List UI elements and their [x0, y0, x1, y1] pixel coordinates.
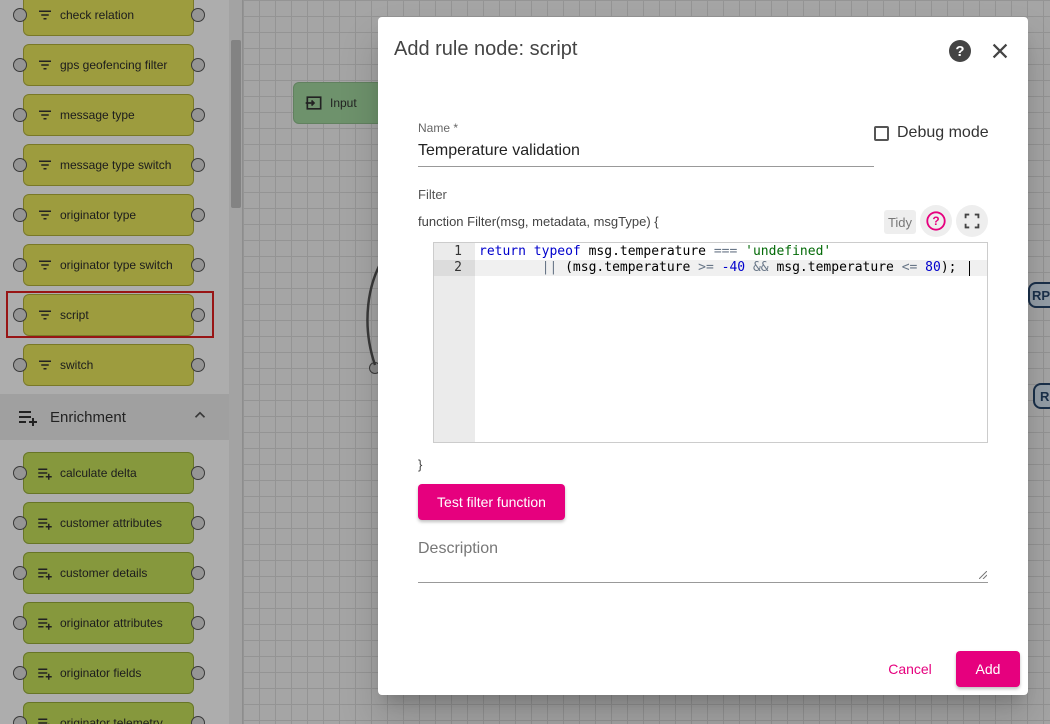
cancel-button[interactable]: Cancel: [878, 652, 942, 686]
svg-text:?: ?: [955, 43, 964, 60]
script-code-editor[interactable]: 1 2 return typeof msg.temperature === 'u…: [433, 242, 988, 443]
debug-mode-toggle[interactable]: Debug mode: [874, 124, 989, 142]
dialog-title: Add rule node: script: [394, 38, 578, 60]
tidy-button[interactable]: Tidy: [884, 210, 916, 234]
text-cursor: [969, 261, 970, 276]
resize-handle-icon[interactable]: [979, 571, 987, 579]
description-textarea[interactable]: Description: [418, 537, 988, 583]
fullscreen-button[interactable]: [956, 205, 988, 237]
fullscreen-icon: [964, 213, 980, 229]
add-button[interactable]: Add: [956, 651, 1020, 687]
line-number: 1: [454, 244, 462, 259]
filter-section-label: Filter: [418, 187, 447, 202]
description-placeholder: Description: [418, 540, 499, 557]
close-icon[interactable]: [989, 40, 1011, 62]
function-closing-brace: }: [418, 457, 423, 472]
name-input[interactable]: Temperature validation: [418, 141, 874, 167]
code-line[interactable]: return typeof msg.temperature === 'undef…: [479, 244, 831, 260]
script-help-button[interactable]: ?: [920, 205, 952, 237]
debug-mode-label: Debug mode: [897, 124, 989, 141]
add-rule-node-dialog: Add rule node: script ? Name * Temperatu…: [378, 17, 1028, 695]
name-field-label: Name *: [418, 121, 459, 135]
code-line[interactable]: || (msg.temperature >= -40 && msg.temper…: [479, 260, 957, 276]
test-filter-function-button[interactable]: Test filter function: [418, 484, 565, 520]
svg-text:?: ?: [932, 214, 939, 228]
line-number: 2: [454, 260, 462, 275]
help-circle-icon[interactable]: ?: [948, 39, 972, 63]
help-outline-icon: ?: [926, 211, 946, 231]
function-signature: function Filter(msg, metadata, msgType) …: [418, 214, 659, 229]
debug-mode-checkbox[interactable]: [874, 125, 889, 141]
